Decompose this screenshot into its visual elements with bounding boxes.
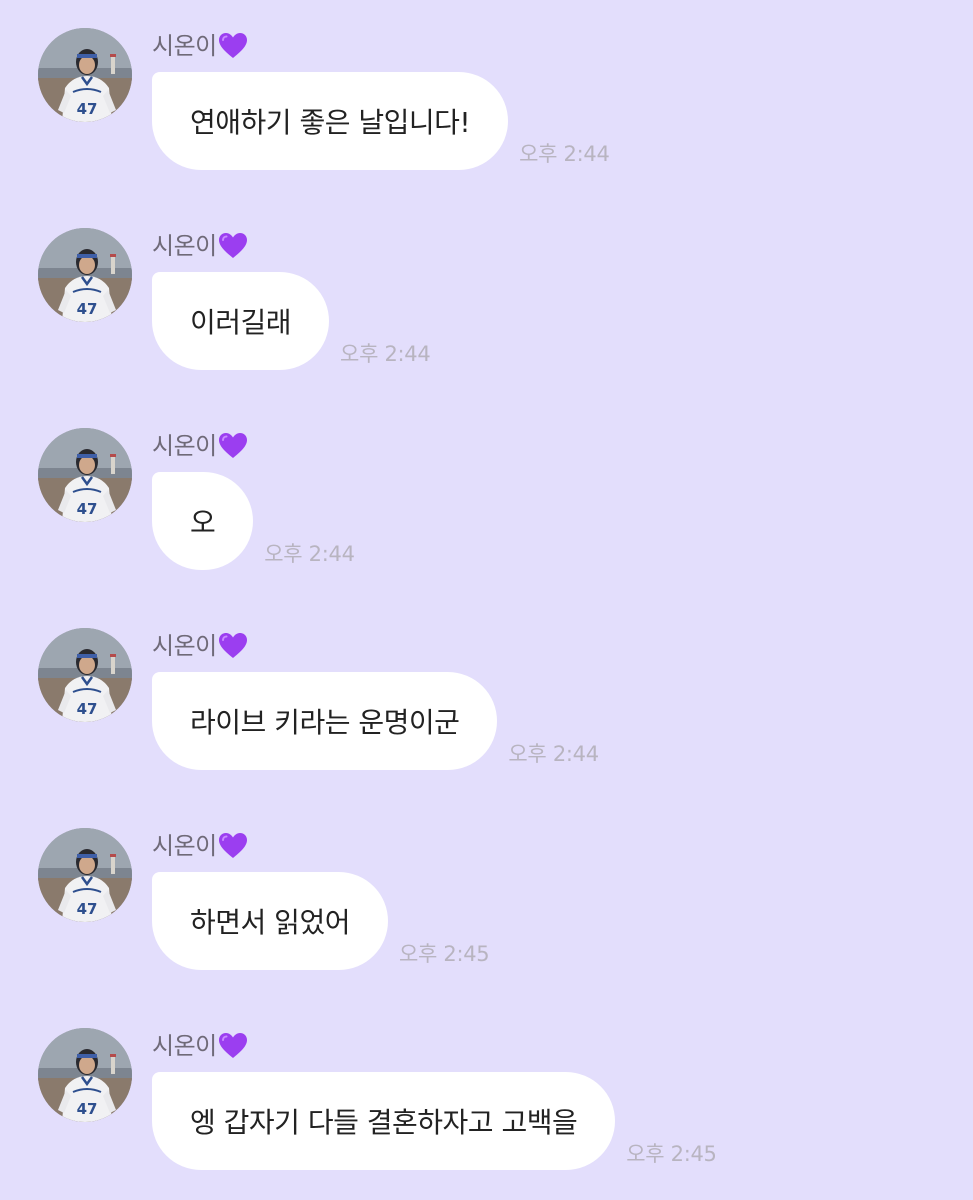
sender-name-row: 시온이 — [152, 1030, 248, 1062]
sender-name-row: 시온이 — [152, 430, 248, 462]
avatar-photo-icon: 47 — [38, 1028, 132, 1122]
avatar-photo-icon: 47 — [38, 28, 132, 122]
purple-heart-icon — [218, 232, 248, 260]
purple-heart-icon — [218, 832, 248, 860]
message-bubble[interactable]: 오 — [152, 472, 254, 570]
message-row: 하면서 읽었어 오후 2:45 — [152, 872, 490, 970]
purple-heart-icon — [218, 432, 248, 460]
svg-text:47: 47 — [77, 700, 98, 718]
chat-message: 47 시온이 이러길래 오후 2:44 — [0, 200, 973, 400]
message-row: 엥 갑자기 다들 결혼하자고 고백을 오후 2:45 — [152, 1072, 717, 1170]
sender-name: 시온이 — [152, 832, 217, 860]
avatar[interactable]: 47 — [38, 228, 132, 322]
avatar[interactable]: 47 — [38, 1028, 132, 1122]
svg-text:47: 47 — [77, 900, 98, 918]
message-timestamp: 오후 2:44 — [340, 342, 431, 366]
purple-heart-icon — [218, 32, 248, 60]
avatar[interactable]: 47 — [38, 428, 132, 522]
message-bubble[interactable]: 이러길래 — [152, 272, 330, 370]
message-row: 이러길래 오후 2:44 — [152, 272, 431, 370]
message-bubble[interactable]: 엥 갑자기 다들 결혼하자고 고백을 — [152, 1072, 616, 1170]
avatar[interactable]: 47 — [38, 28, 132, 122]
purple-heart-icon — [218, 632, 248, 660]
chat-message: 47 시온이 오 오후 2:44 — [0, 400, 973, 600]
chat-message-list[interactable]: 47 시온이 연애하기 좋은 날입니다! 오후 2:44 47 시온이 이러길래… — [0, 0, 973, 1200]
svg-text:47: 47 — [77, 1100, 98, 1118]
avatar-photo-icon: 47 — [38, 828, 132, 922]
svg-text:47: 47 — [77, 500, 98, 518]
message-bubble[interactable]: 하면서 읽었어 — [152, 872, 388, 970]
message-timestamp: 오후 2:44 — [519, 142, 610, 166]
sender-name-row: 시온이 — [152, 230, 248, 262]
avatar[interactable]: 47 — [38, 628, 132, 722]
purple-heart-icon — [218, 1032, 248, 1060]
message-row: 오 오후 2:44 — [152, 472, 355, 570]
sender-name: 시온이 — [152, 432, 217, 460]
avatar-photo-icon: 47 — [38, 228, 132, 322]
sender-name-row: 시온이 — [152, 630, 248, 662]
avatar-photo-icon: 47 — [38, 628, 132, 722]
chat-message: 47 시온이 하면서 읽었어 오후 2:45 — [0, 800, 973, 1000]
sender-name: 시온이 — [152, 232, 217, 260]
avatar-photo-icon: 47 — [38, 428, 132, 522]
message-timestamp: 오후 2:44 — [508, 742, 599, 766]
message-bubble[interactable]: 연애하기 좋은 날입니다! — [152, 72, 509, 170]
sender-name: 시온이 — [152, 632, 217, 660]
message-timestamp: 오후 2:45 — [398, 942, 490, 966]
svg-text:47: 47 — [77, 300, 98, 318]
message-row: 라이브 키라는 운명이군 오후 2:44 — [152, 672, 599, 770]
chat-message: 47 시온이 라이브 키라는 운명이군 오후 2:44 — [0, 600, 973, 800]
sender-name-row: 시온이 — [152, 30, 248, 62]
message-bubble[interactable]: 라이브 키라는 운명이군 — [152, 672, 498, 770]
svg-text:47: 47 — [77, 100, 98, 118]
message-row: 연애하기 좋은 날입니다! 오후 2:44 — [152, 72, 610, 170]
message-timestamp: 오후 2:45 — [626, 1142, 717, 1166]
sender-name: 시온이 — [152, 32, 217, 60]
message-timestamp: 오후 2:44 — [264, 542, 355, 566]
sender-name: 시온이 — [152, 1032, 217, 1060]
chat-message: 47 시온이 연애하기 좋은 날입니다! 오후 2:44 — [0, 0, 973, 200]
avatar[interactable]: 47 — [38, 828, 132, 922]
chat-message: 47 시온이 엥 갑자기 다들 결혼하자고 고백을 오후 2:45 — [0, 1000, 973, 1200]
sender-name-row: 시온이 — [152, 830, 248, 862]
